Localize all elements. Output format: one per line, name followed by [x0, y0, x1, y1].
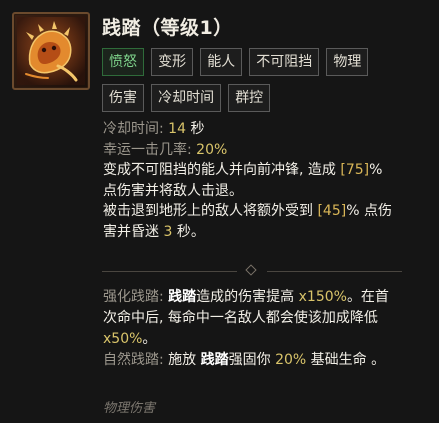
enhancement-text: 基础生命 。	[310, 352, 386, 368]
tag-fury: 愤怒	[102, 48, 144, 76]
lucky-hit-value: 20%	[196, 141, 228, 158]
description-text: % 点伤	[346, 203, 392, 219]
tag-crowd-control: 群控	[228, 84, 271, 112]
damage-type-footer: 物理伤害	[103, 401, 156, 416]
enhancement-1-line-1: 强化践踏: 践踏造成的伤害提高 x150%。在首	[103, 287, 433, 308]
enhancement-1-line-3: x50%。	[103, 329, 433, 350]
enhancement-value: x150%	[298, 289, 347, 305]
enhancement-text: 强固你	[228, 352, 271, 368]
enhancements: 强化践踏: 践踏造成的伤害提高 x150%。在首 次命中后, 每命中一名敌人都会…	[103, 287, 433, 371]
enhancement-2-line-1: 自然践踏: 施放 践踏强固你 20% 基础生命 。	[103, 350, 433, 371]
damage-bracket: [75]	[340, 162, 370, 178]
enhancement-text: 施放	[168, 352, 197, 368]
skill-tooltip: 践踏（等级1） 愤怒 变形 能人 不可阻挡 物理 伤害 冷却时间 群控 冷却时间…	[0, 0, 439, 423]
divider-rule-left	[102, 271, 237, 272]
enhancement-text: 。在首	[346, 289, 389, 305]
enhancement-value: 20%	[275, 352, 307, 368]
description-line-2: 点伤害并将敌人击退。	[103, 182, 243, 199]
section-divider	[102, 264, 412, 277]
tag-damage: 伤害	[102, 84, 144, 112]
lucky-hit-stat: 幸运一击几率: 20%	[103, 140, 433, 161]
stun-duration: 3	[163, 223, 173, 240]
tag-unstoppable: 不可阻挡	[249, 48, 320, 76]
cooldown-unit: 秒	[190, 121, 205, 137]
tag-list: 愤怒 变形 能人 不可阻挡 物理 伤害 冷却时间 群控	[102, 48, 432, 120]
description-text: 害并昏迷	[103, 223, 159, 240]
bear-paw-icon	[17, 17, 85, 85]
tag-physical: 物理	[326, 48, 369, 76]
skill-description: 冷却时间: 14 秒 幸运一击几率: 20% 变成不可阻挡的能人并向前冲锋, 造…	[103, 119, 433, 242]
enhancement-1-line-2: 次命中后, 每命中一名敌人都会使该加成降低	[103, 310, 378, 326]
enhancement-text: 造成的伤害提高	[196, 289, 295, 305]
description-line-1: 变成不可阻挡的能人并向前冲锋, 造成 [75]%	[103, 160, 433, 181]
skill-name: 践踏	[168, 289, 197, 305]
description-line-3: 被击退到地形上的敌人将额外受到 [45]% 点伤	[103, 201, 433, 222]
description-text: %	[369, 162, 383, 178]
skill-title: 践踏（等级1）	[102, 17, 233, 39]
enhancement-text: 。	[142, 331, 157, 347]
description-text: 被击退到地形上的敌人将额外受到	[103, 203, 313, 219]
description-text: 秒。	[176, 223, 205, 240]
description-text: 变成不可阻挡的能人并向前冲锋, 造成	[103, 162, 336, 178]
divider-rule-right	[267, 271, 402, 272]
description-line-4: 害并昏迷 3 秒。	[103, 222, 433, 243]
tag-shapeshift: 变形	[151, 48, 194, 76]
tag-werebear: 能人	[200, 48, 243, 76]
cooldown-label: 冷却时间:	[103, 121, 164, 137]
cooldown-stat: 冷却时间: 14 秒	[103, 119, 433, 140]
cooldown-value: 14	[168, 121, 186, 137]
enhancement-value: x50%	[103, 331, 143, 347]
skill-name: 践踏	[200, 352, 229, 368]
skill-icon-frame	[12, 12, 90, 90]
tag-cooldown: 冷却时间	[151, 84, 222, 112]
lucky-hit-label: 幸运一击几率:	[103, 141, 192, 158]
divider-diamond-icon	[245, 264, 257, 276]
enhancement-label: 强化践踏:	[103, 289, 164, 305]
enhancement-label: 自然践踏:	[103, 352, 164, 368]
bonus-damage-bracket: [45]	[317, 203, 347, 219]
